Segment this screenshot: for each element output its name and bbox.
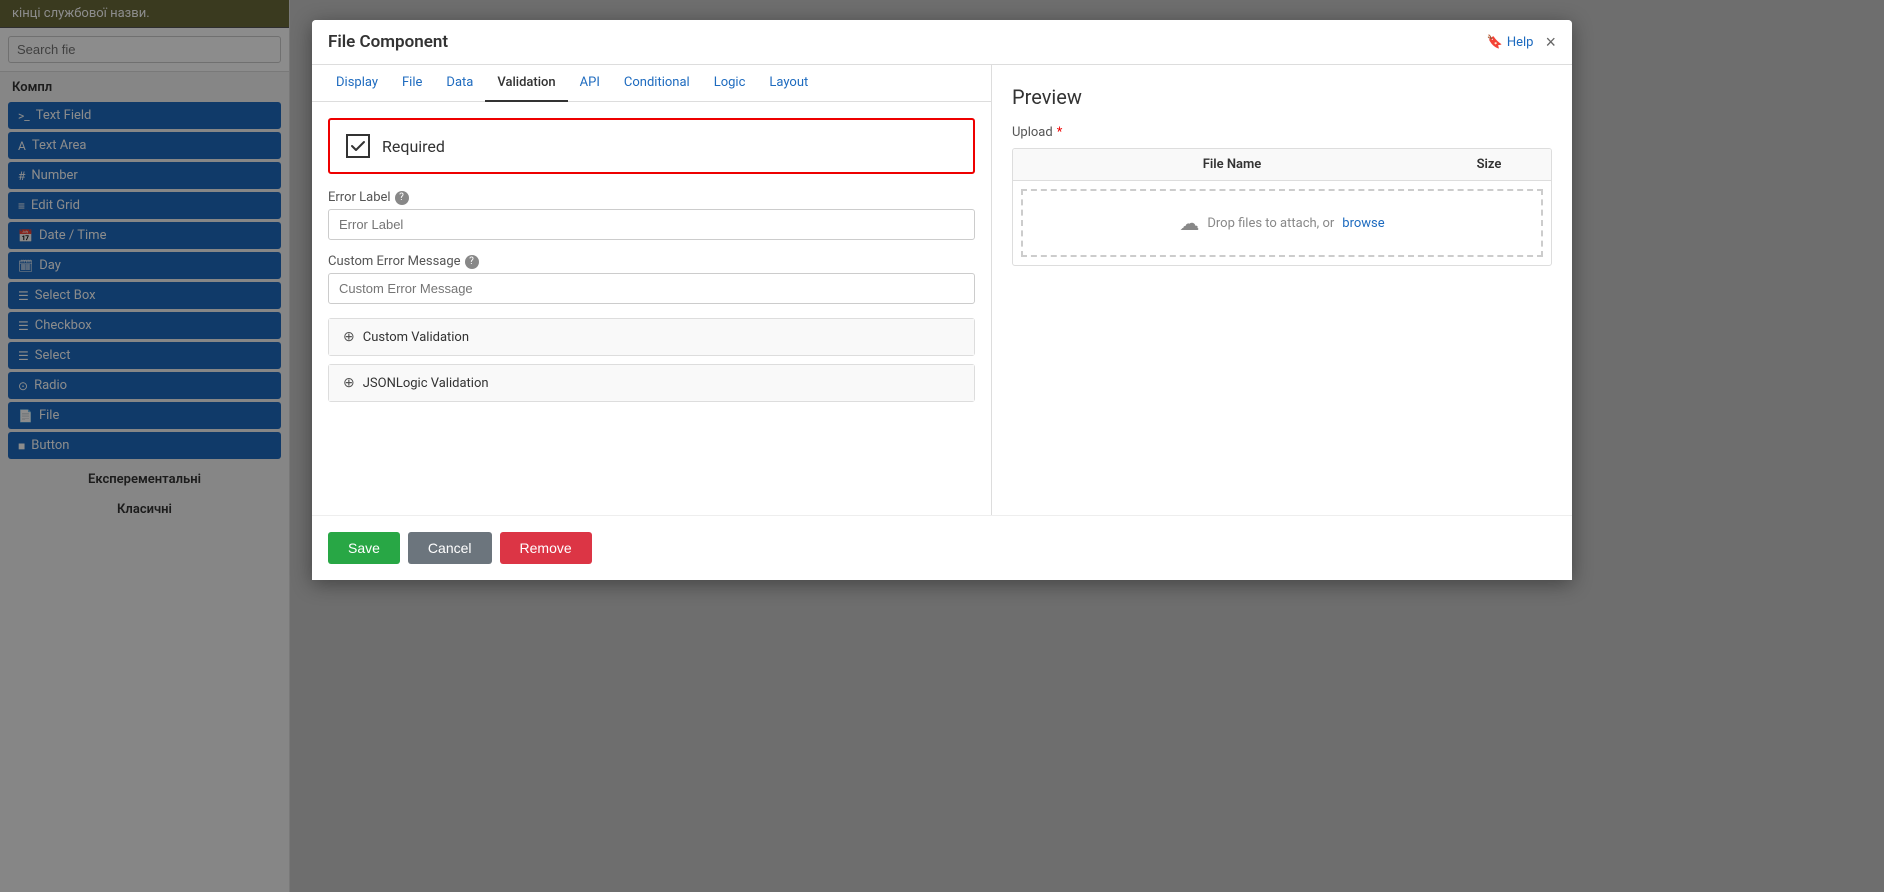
upload-table: File Name Size ☁ Drop files to attach, o… [1012,148,1552,266]
cloud-upload-icon: ☁ [1179,211,1199,235]
modal-footer: Save Cancel Remove [312,515,1572,580]
custom-validation-header[interactable]: ⊕ Custom Validation [329,319,974,355]
custom-error-label: Custom Error Message ? [328,254,975,269]
file-component-modal: File Component 🔖 Help × DisplayFileDataV… [312,20,1572,580]
modal-overlay: File Component 🔖 Help × DisplayFileDataV… [0,0,1884,892]
tab-display[interactable]: Display [324,65,390,102]
modal-title: File Component [328,32,448,52]
tab-logic[interactable]: Logic [702,65,758,102]
error-label-input[interactable] [328,209,975,240]
jsonlogic-validation-collapsible[interactable]: ⊕ JSONLogic Validation [328,364,975,402]
close-button[interactable]: × [1545,33,1556,51]
help-link[interactable]: 🔖 Help [1487,35,1534,50]
modal-body: DisplayFileDataValidationAPIConditionalL… [312,65,1572,515]
required-row[interactable]: Required [328,118,975,174]
custom-validation-expand-icon: ⊕ [343,329,355,345]
tab-layout[interactable]: Layout [757,65,820,102]
required-label: Required [382,137,445,156]
jsonlogic-expand-icon: ⊕ [343,375,355,391]
drop-text: Drop files to attach, or [1207,216,1334,231]
custom-validation-collapsible[interactable]: ⊕ Custom Validation [328,318,975,356]
col-size: Size [1439,157,1539,172]
validation-tab-content: Required Error Label ? Custom Error Me [312,102,991,515]
help-icon: 🔖 [1487,35,1503,50]
modal-header-actions: 🔖 Help × [1487,33,1556,51]
modal-right-panel: Preview Upload * File Name Size ☁ Drop f… [992,65,1572,515]
required-checkbox[interactable] [346,134,370,158]
upload-label: Upload * [1012,125,1552,140]
tab-data[interactable]: Data [434,65,485,102]
error-label-group: Error Label ? [328,190,975,240]
custom-error-group: Custom Error Message ? [328,254,975,304]
error-label-label: Error Label ? [328,190,975,205]
cancel-button[interactable]: Cancel [408,532,492,564]
tab-validation[interactable]: Validation [485,65,567,102]
modal-header: File Component 🔖 Help × [312,20,1572,65]
tab-conditional[interactable]: Conditional [612,65,702,102]
tab-file[interactable]: File [390,65,434,102]
preview-title: Preview [1012,85,1552,109]
custom-error-input[interactable] [328,273,975,304]
upload-required-star: * [1057,125,1063,140]
error-label-help-icon: ? [395,191,409,205]
tab-api[interactable]: API [568,65,612,102]
col-file-name: File Name [1025,157,1439,172]
jsonlogic-validation-header[interactable]: ⊕ JSONLogic Validation [329,365,974,401]
tab-bar: DisplayFileDataValidationAPIConditionalL… [312,65,991,102]
custom-error-help-icon: ? [465,255,479,269]
remove-button[interactable]: Remove [500,532,592,564]
drop-area[interactable]: ☁ Drop files to attach, or browse [1021,189,1543,257]
save-button[interactable]: Save [328,532,400,564]
modal-left-panel: DisplayFileDataValidationAPIConditionalL… [312,65,992,515]
browse-link[interactable]: browse [1342,216,1384,231]
upload-table-header: File Name Size [1013,149,1551,181]
